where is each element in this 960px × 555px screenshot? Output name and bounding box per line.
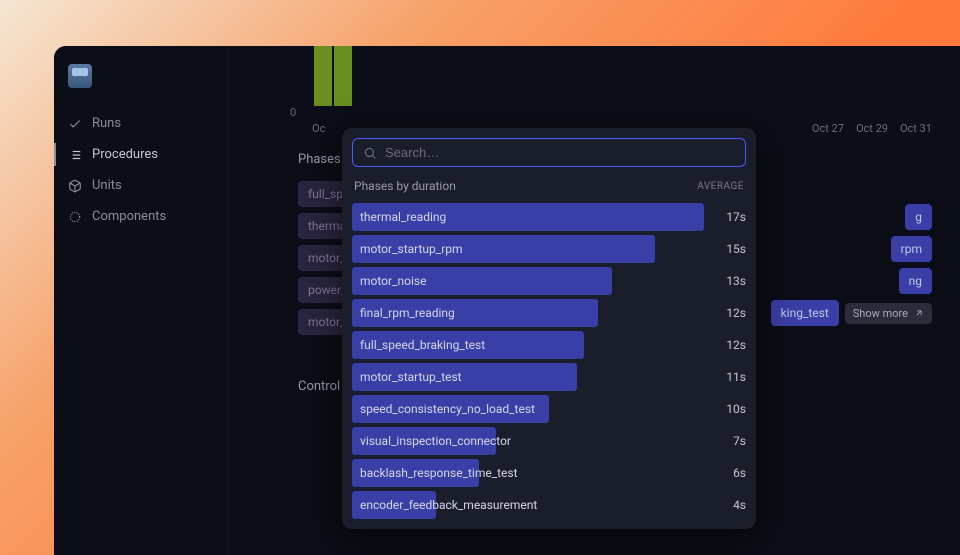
arrow-up-right-icon <box>914 308 924 318</box>
x-tick: Oct 31 <box>900 122 932 135</box>
duration-value: 4s <box>712 498 746 512</box>
duration-value: 12s <box>712 338 746 352</box>
x-tick: Oc <box>312 122 325 135</box>
phase-pill[interactable]: rpm <box>891 236 932 262</box>
duration-bar: final_rpm_reading <box>352 299 598 327</box>
timeline-bar <box>334 46 352 106</box>
phase-duration-row[interactable]: motor_startup_rpm 15s <box>352 235 746 263</box>
timeline-chart: 0 Oc Oct 27 Oct 29 Oct 31 <box>298 62 960 126</box>
duration-value: 13s <box>712 274 746 288</box>
search-input[interactable] <box>385 145 735 160</box>
sidebar: Runs Procedures Units Components <box>54 46 228 555</box>
popover-header: Phases by duration AVERAGE <box>352 179 746 203</box>
sidebar-item-label: Runs <box>92 116 121 131</box>
popover-title: Phases by duration <box>354 179 456 193</box>
search-field-wrap[interactable] <box>352 138 746 167</box>
show-more-button[interactable]: Show more <box>845 303 932 324</box>
timeline-bar <box>314 46 332 106</box>
sidebar-item-label: Components <box>92 209 166 224</box>
duration-bar: thermal_reading <box>352 203 704 231</box>
duration-bar: encoder_feedback_measurement <box>352 491 436 519</box>
phase-pill[interactable]: king_test <box>771 300 839 326</box>
phase-duration-row[interactable]: visual_inspection_connector 7s <box>352 427 746 455</box>
duration-value: 10s <box>712 402 746 416</box>
duration-value: 6s <box>712 466 746 480</box>
phase-duration-row[interactable]: motor_noise 13s <box>352 267 746 295</box>
duration-value: 11s <box>712 370 746 384</box>
sidebar-item-components[interactable]: Components <box>54 201 227 232</box>
duration-bar: motor_noise <box>352 267 612 295</box>
phase-duration-row[interactable]: motor_startup_test 11s <box>352 363 746 391</box>
sidebar-item-runs[interactable]: Runs <box>54 108 227 139</box>
duration-bar: motor_startup_test <box>352 363 577 391</box>
popover-right-label: AVERAGE <box>697 181 744 192</box>
search-icon <box>363 146 377 160</box>
duration-bar: backlash_response_time_test <box>352 459 479 487</box>
duration-value: 7s <box>712 434 746 448</box>
duration-value: 15s <box>712 242 746 256</box>
duration-bar: motor_startup_rpm <box>352 235 655 263</box>
phase-pill[interactable]: g <box>905 204 932 230</box>
sidebar-item-units[interactable]: Units <box>54 170 227 201</box>
sidebar-item-label: Units <box>92 178 122 193</box>
y-axis-zero: 0 <box>290 106 296 119</box>
phase-pill[interactable]: ng <box>899 268 932 294</box>
phase-duration-row[interactable]: thermal_reading 17s <box>352 203 746 231</box>
phase-duration-row[interactable]: backlash_response_time_test 6s <box>352 459 746 487</box>
duration-bar: visual_inspection_connector <box>352 427 496 455</box>
sidebar-item-procedures[interactable]: Procedures <box>54 139 227 170</box>
list-icon <box>68 148 82 162</box>
sidebar-item-label: Procedures <box>92 147 158 162</box>
x-tick: Oct 29 <box>856 122 888 135</box>
phase-duration-row[interactable]: final_rpm_reading 12s <box>352 299 746 327</box>
phases-popover: Phases by duration AVERAGE thermal_readi… <box>342 128 756 529</box>
phase-duration-row[interactable]: speed_consistency_no_load_test 10s <box>352 395 746 423</box>
app-logo <box>68 64 92 88</box>
check-icon <box>68 117 82 131</box>
hex-icon <box>68 210 82 224</box>
duration-bar: full_speed_braking_test <box>352 331 584 359</box>
phase-duration-row[interactable]: full_speed_braking_test 12s <box>352 331 746 359</box>
cube-icon <box>68 179 82 193</box>
duration-bar: speed_consistency_no_load_test <box>352 395 549 423</box>
x-tick: Oct 27 <box>812 122 844 135</box>
duration-value: 12s <box>712 306 746 320</box>
duration-value: 17s <box>712 210 746 224</box>
phase-duration-row[interactable]: encoder_feedback_measurement 4s <box>352 491 746 519</box>
